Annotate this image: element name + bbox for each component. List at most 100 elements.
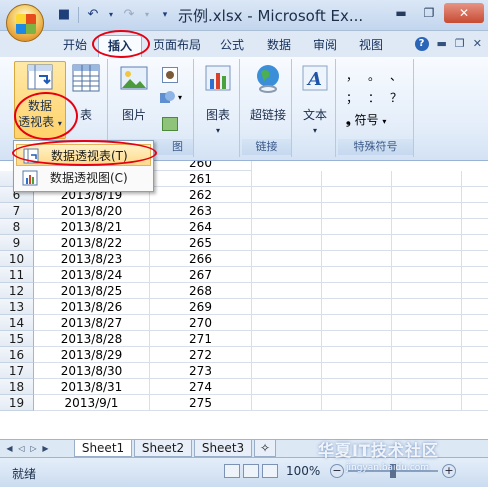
tab-page-layout[interactable]: 页面布局 — [148, 35, 206, 57]
cell-number[interactable]: 273 — [150, 363, 252, 379]
table-button[interactable]: 表 — [68, 63, 104, 133]
cell-empty[interactable] — [322, 203, 392, 219]
symbol-period[interactable]: 。 — [368, 67, 380, 84]
cell-empty[interactable] — [392, 347, 462, 363]
save-icon[interactable]: ■ — [56, 7, 72, 23]
cell-empty[interactable] — [322, 379, 392, 395]
office-button[interactable] — [6, 4, 44, 42]
cell-number[interactable]: 267 — [150, 267, 252, 283]
undo-icon[interactable]: ↶ — [85, 7, 101, 23]
row-header[interactable]: 19 — [0, 395, 34, 411]
cell-empty[interactable] — [462, 379, 488, 395]
symbol-question[interactable]: ？ — [390, 89, 402, 106]
symbol-button[interactable]: ❟ 符号 ▾ — [346, 111, 386, 128]
insert-sheet-icon[interactable]: ✧ — [254, 440, 276, 457]
cell-empty[interactable] — [322, 299, 392, 315]
cell-date[interactable]: 2013/8/31 — [34, 379, 150, 395]
cell-date[interactable]: 2013/8/29 — [34, 347, 150, 363]
zoom-in-icon[interactable]: + — [442, 464, 456, 478]
cell-empty[interactable] — [322, 235, 392, 251]
cell-empty[interactable] — [462, 283, 488, 299]
cell-number[interactable]: 264 — [150, 219, 252, 235]
cell-empty[interactable] — [252, 379, 322, 395]
shapes-icon[interactable]: ▾ — [160, 91, 186, 107]
cell-empty[interactable] — [392, 187, 462, 203]
ribbon-restore-icon[interactable]: ❐ — [455, 37, 465, 51]
cell-number[interactable]: 261 — [150, 171, 252, 187]
text-button[interactable]: A 文本 ▾ — [296, 63, 334, 143]
cell-empty[interactable] — [392, 203, 462, 219]
cell-number[interactable]: 274 — [150, 379, 252, 395]
cell-empty[interactable] — [322, 251, 392, 267]
ribbon-minimize-icon[interactable]: ▬ — [437, 37, 447, 51]
tab-home[interactable]: 开始 — [56, 35, 94, 57]
cell-empty[interactable] — [322, 267, 392, 283]
menu-item-pivot-chart[interactable]: 数据透视图(C) — [16, 167, 151, 189]
cell-num-partial[interactable]: 260 — [150, 161, 252, 171]
row-header[interactable]: 12 — [0, 283, 34, 299]
row-header[interactable]: 8 — [0, 219, 34, 235]
chart-button[interactable]: 图表 ▾ — [198, 63, 238, 143]
cell-empty[interactable] — [252, 171, 322, 187]
row-header[interactable]: 9 — [0, 235, 34, 251]
cell-number[interactable]: 263 — [150, 203, 252, 219]
cell-empty[interactable] — [322, 395, 392, 411]
cell-empty[interactable] — [252, 235, 322, 251]
help-icon[interactable]: ? — [414, 37, 429, 51]
cell-number[interactable]: 270 — [150, 315, 252, 331]
symbol-semicolon[interactable]: ； — [346, 89, 358, 106]
maximize-icon[interactable]: ❐ — [416, 3, 442, 23]
tab-formulas[interactable]: 公式 — [212, 35, 252, 57]
minimize-icon[interactable]: ▬ — [388, 3, 414, 23]
pivot-table-button[interactable]: 数据 透视表 ▾ — [14, 61, 66, 139]
cell-empty[interactable] — [252, 187, 322, 203]
cell-empty[interactable] — [462, 363, 488, 379]
cell-empty[interactable] — [392, 331, 462, 347]
cell-number[interactable]: 266 — [150, 251, 252, 267]
sheet-tab-sheet2[interactable]: Sheet2 — [134, 440, 192, 457]
cell-empty[interactable] — [462, 235, 488, 251]
row-header[interactable]: 16 — [0, 347, 34, 363]
cell-empty[interactable] — [252, 283, 322, 299]
picture-button[interactable]: 图片 — [114, 63, 154, 133]
prev-sheet-icon[interactable]: ◁ — [16, 442, 27, 455]
cell-empty[interactable] — [462, 331, 488, 347]
ribbon-close-icon[interactable]: ✕ — [473, 37, 482, 51]
cell-date[interactable]: 2013/8/25 — [34, 283, 150, 299]
symbol-enumeration-comma[interactable]: 、 — [390, 67, 402, 84]
cell-number[interactable]: 272 — [150, 347, 252, 363]
cell-empty[interactable] — [322, 187, 392, 203]
cell-empty[interactable] — [322, 347, 392, 363]
cell-date[interactable]: 2013/8/23 — [34, 251, 150, 267]
cell-number[interactable]: 265 — [150, 235, 252, 251]
cell-number[interactable]: 275 — [150, 395, 252, 411]
cell-empty[interactable] — [392, 299, 462, 315]
cell-empty[interactable] — [392, 315, 462, 331]
sheet-tab-sheet1[interactable]: Sheet1 — [74, 440, 132, 457]
cell-empty[interactable] — [392, 219, 462, 235]
cell-empty[interactable] — [392, 283, 462, 299]
cell-empty[interactable] — [462, 347, 488, 363]
cell-date[interactable]: 2013/8/20 — [34, 203, 150, 219]
cell-date[interactable]: 2013/8/26 — [34, 299, 150, 315]
first-sheet-icon[interactable]: ◀ — [4, 442, 15, 455]
cell-empty[interactable] — [252, 395, 322, 411]
cell-empty[interactable] — [462, 395, 488, 411]
cell-empty[interactable] — [392, 379, 462, 395]
symbol-colon[interactable]: ： — [368, 89, 380, 106]
cell-number[interactable]: 269 — [150, 299, 252, 315]
cell-number[interactable]: 271 — [150, 331, 252, 347]
redo-icon[interactable]: ↷ — [121, 7, 137, 23]
cell-empty[interactable] — [322, 171, 392, 187]
cell-date[interactable]: 2013/8/28 — [34, 331, 150, 347]
cell-empty[interactable] — [252, 251, 322, 267]
row-header[interactable]: 17 — [0, 363, 34, 379]
clip-art-icon[interactable] — [162, 67, 178, 83]
last-sheet-icon[interactable]: ▶ — [40, 442, 51, 455]
cell-date[interactable]: 2013/8/24 — [34, 267, 150, 283]
row-header[interactable]: 13 — [0, 299, 34, 315]
cell-empty[interactable] — [322, 283, 392, 299]
cell-empty[interactable] — [252, 331, 322, 347]
customize-qat-icon[interactable]: ▾ — [157, 7, 173, 23]
cell-date[interactable]: 2013/8/30 — [34, 363, 150, 379]
